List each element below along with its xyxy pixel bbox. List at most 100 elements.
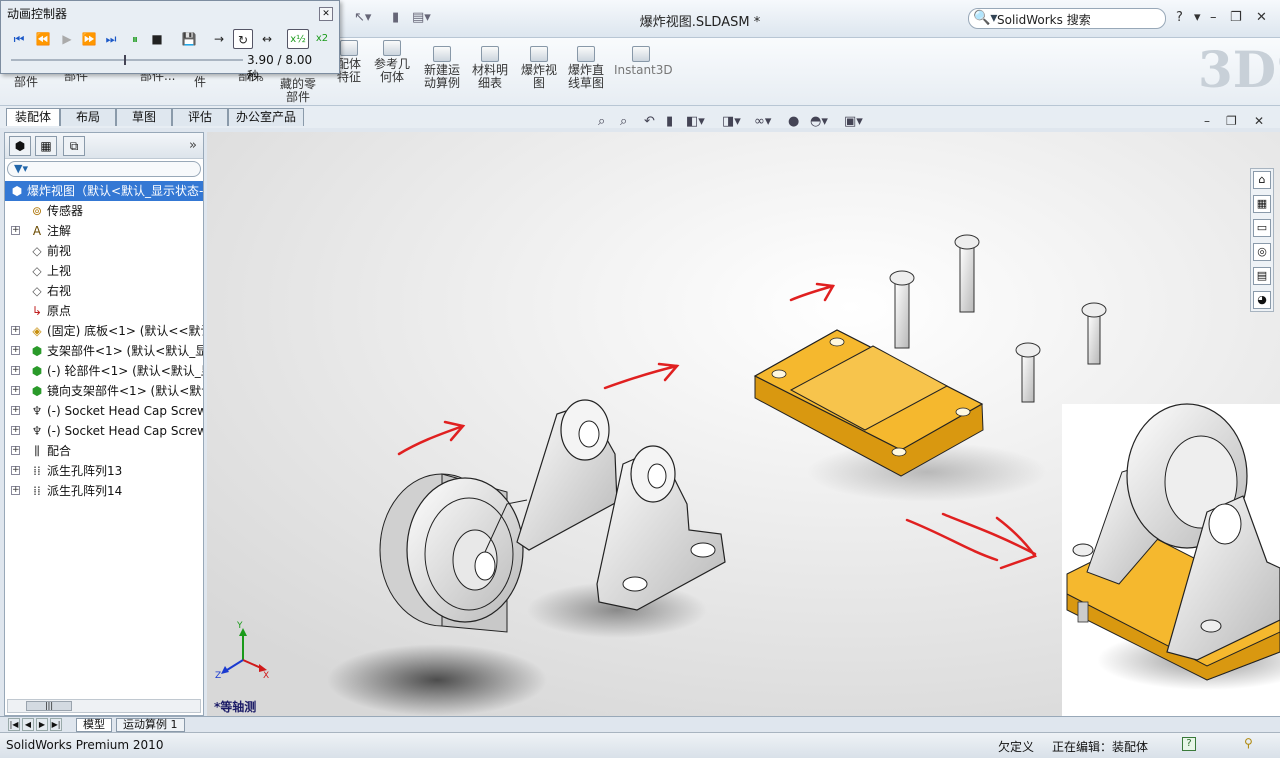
animation-timeline-handle[interactable] [124,55,127,65]
explode-line-sketch-button[interactable]: 爆炸直线草图 [564,46,608,90]
fast-playback-button[interactable]: x2 [311,29,333,49]
viewport-restore-icon[interactable]: ❐ [1226,114,1237,128]
instant3d-button[interactable]: Instant3D [614,46,673,77]
tree-filter-input[interactable]: ▼▾ [7,161,201,177]
zoom-to-fit-icon[interactable]: ⌕ [598,114,605,129]
section-view-icon[interactable]: ▮ [666,114,673,129]
expand-toggle-icon[interactable]: + [11,226,20,235]
tab-sketch[interactable]: 草图 [116,108,172,126]
ribbon-partial-4[interactable]: 件 [194,76,206,89]
search-input[interactable]: 🔍▾ SolidWorks 搜索 [968,8,1166,29]
solidworks-resources-icon[interactable]: ⌂ [1253,171,1271,189]
status-app-name: SolidWorks Premium 2010 [6,738,164,752]
prev-tab-arrow[interactable]: ◀ [22,718,34,731]
graphics-viewport[interactable]: Y X Z [207,132,1280,716]
help-button[interactable]: ? [1176,10,1183,25]
search-results-icon[interactable]: ◎ [1253,243,1271,261]
minimize-button[interactable]: – [1210,10,1217,25]
close-button[interactable]: ✕ [1256,10,1267,25]
tree-item[interactable]: + A 注解 [5,221,203,241]
reference-geometry-button[interactable]: 参考几何体 [372,40,412,84]
tab-assembly[interactable]: 装配体 [6,108,60,126]
horizontal-scrollbar[interactable]: ||| [7,699,201,713]
tree-item[interactable]: + ◈ (固定) 底板<1> (默认<<默认 [5,321,203,341]
view-orientation-icon[interactable]: ◧▾ [686,114,705,129]
last-tab-arrow[interactable]: ▶| [50,718,62,731]
tree-root-assembly[interactable]: ⬢ 爆炸视图（默认<默认_显示状态- [5,181,203,201]
tab-layout[interactable]: 布局 [60,108,116,126]
view-settings-icon[interactable]: ▣▾ [844,114,863,129]
tree-item[interactable]: ⊚ 传感器 [5,201,203,221]
tree-item[interactable]: + ⫼ 配合 [5,441,203,461]
pin-icon[interactable]: ⚲ [1244,736,1253,750]
normal-playback-icon[interactable]: → [209,29,229,49]
help-dropdown-icon[interactable]: ▾ [1194,10,1201,25]
tree-item[interactable]: ◇ 上视 [5,261,203,281]
tab-office-products[interactable]: 办公室产品 [228,108,304,126]
rewind-to-start-icon[interactable]: ⏮ [9,29,29,49]
expand-toggle-icon[interactable]: + [11,386,20,395]
wheel-part[interactable] [379,473,528,633]
tab-evaluate[interactable]: 评估 [172,108,228,126]
expand-toggle-icon[interactable]: + [11,406,20,415]
expand-panel-icon[interactable]: » [189,138,197,153]
tree-item[interactable]: + ⁞⁞ 派生孔阵列13 [5,461,203,481]
tree-item[interactable]: + ♆ (-) Socket Head Cap Screw [5,401,203,421]
expand-toggle-icon[interactable]: + [11,426,20,435]
fast-forward-to-end-icon[interactable]: ⏭ [101,29,121,49]
next-tab-arrow[interactable]: ▶ [36,718,48,731]
model-scene: Y X Z [207,132,1280,716]
tree-item[interactable]: ↳ 原点 [5,301,203,321]
zoom-to-area-icon[interactable]: ⌕ [620,114,627,129]
tree-item[interactable]: ◇ 前视 [5,241,203,261]
reciprocate-playback-icon[interactable]: ↔ [257,29,277,49]
first-tab-arrow[interactable]: |◀ [8,718,20,731]
configuration-manager-tab-icon[interactable]: ⧉ [63,136,85,156]
animation-timeline-slider[interactable] [11,59,243,61]
hide-show-items-icon[interactable]: ∞▾ [754,114,771,129]
expand-toggle-icon[interactable]: + [11,326,20,335]
scrollbar-thumb[interactable]: ||| [26,701,72,711]
play-icon[interactable]: ▶ [57,29,77,49]
property-manager-tab-icon[interactable]: ▦ [35,136,57,156]
viewport-close-icon[interactable]: ✕ [1254,114,1264,128]
tree-item[interactable]: + ⬢ 支架部件<1> (默认<默认_显 [5,341,203,361]
previous-view-icon[interactable]: ↶ [644,114,655,129]
expand-toggle-icon[interactable]: + [11,446,20,455]
tree-item[interactable]: + ⬢ (-) 轮部件<1> (默认<默认_显 [5,361,203,381]
stop-icon[interactable]: ■ [147,29,167,49]
quick-tips-icon[interactable]: ? [1182,737,1196,751]
appearances-icon[interactable]: ◕ [1253,291,1271,309]
exploded-view-button[interactable]: 爆炸视图 [518,46,560,90]
tab-model[interactable]: 模型 [76,718,112,732]
display-style-icon[interactable]: ◨▾ [722,114,741,129]
restore-button[interactable]: ❐ [1230,10,1242,25]
file-explorer-icon[interactable]: ▭ [1253,219,1271,237]
ribbon-partial-1[interactable]: 部件 [14,76,38,89]
expand-toggle-icon[interactable]: + [11,486,20,495]
pattern-icon: ⁞⁞ [33,484,41,498]
tree-item[interactable]: + ♆ (-) Socket Head Cap Screw [5,421,203,441]
tree-item[interactable]: ◇ 右视 [5,281,203,301]
step-back-icon[interactable]: ⏪ [33,29,53,49]
tree-item[interactable]: + ⬢ 镜向支架部件<1> (默认<默认 [5,381,203,401]
view-palette-icon[interactable]: ▤ [1253,267,1271,285]
slow-playback-button[interactable]: x½ [287,29,309,49]
bill-of-materials-button[interactable]: 材料明细表 [470,46,510,90]
tab-motion-study-1[interactable]: 运动算例 1 [116,718,185,732]
close-icon[interactable]: ✕ [319,7,333,21]
expand-toggle-icon[interactable]: + [11,466,20,475]
edit-appearance-icon[interactable]: ● [788,114,799,129]
save-animation-icon[interactable]: 💾 [179,29,199,49]
feature-tree-tab-icon[interactable]: ⬢ [9,136,31,156]
design-library-icon[interactable]: ▦ [1253,195,1271,213]
pause-icon[interactable]: ⏸ [125,29,145,49]
apply-scene-icon[interactable]: ◓▾ [810,114,828,129]
expand-toggle-icon[interactable]: + [11,366,20,375]
step-forward-icon[interactable]: ⏩ [79,29,99,49]
expand-toggle-icon[interactable]: + [11,346,20,355]
new-motion-study-button[interactable]: 新建运动算例 [420,46,464,90]
tree-item[interactable]: + ⁞⁞ 派生孔阵列14 [5,481,203,501]
loop-playback-icon[interactable]: ↻ [233,29,253,49]
viewport-minimize-icon[interactable]: – [1204,114,1210,128]
